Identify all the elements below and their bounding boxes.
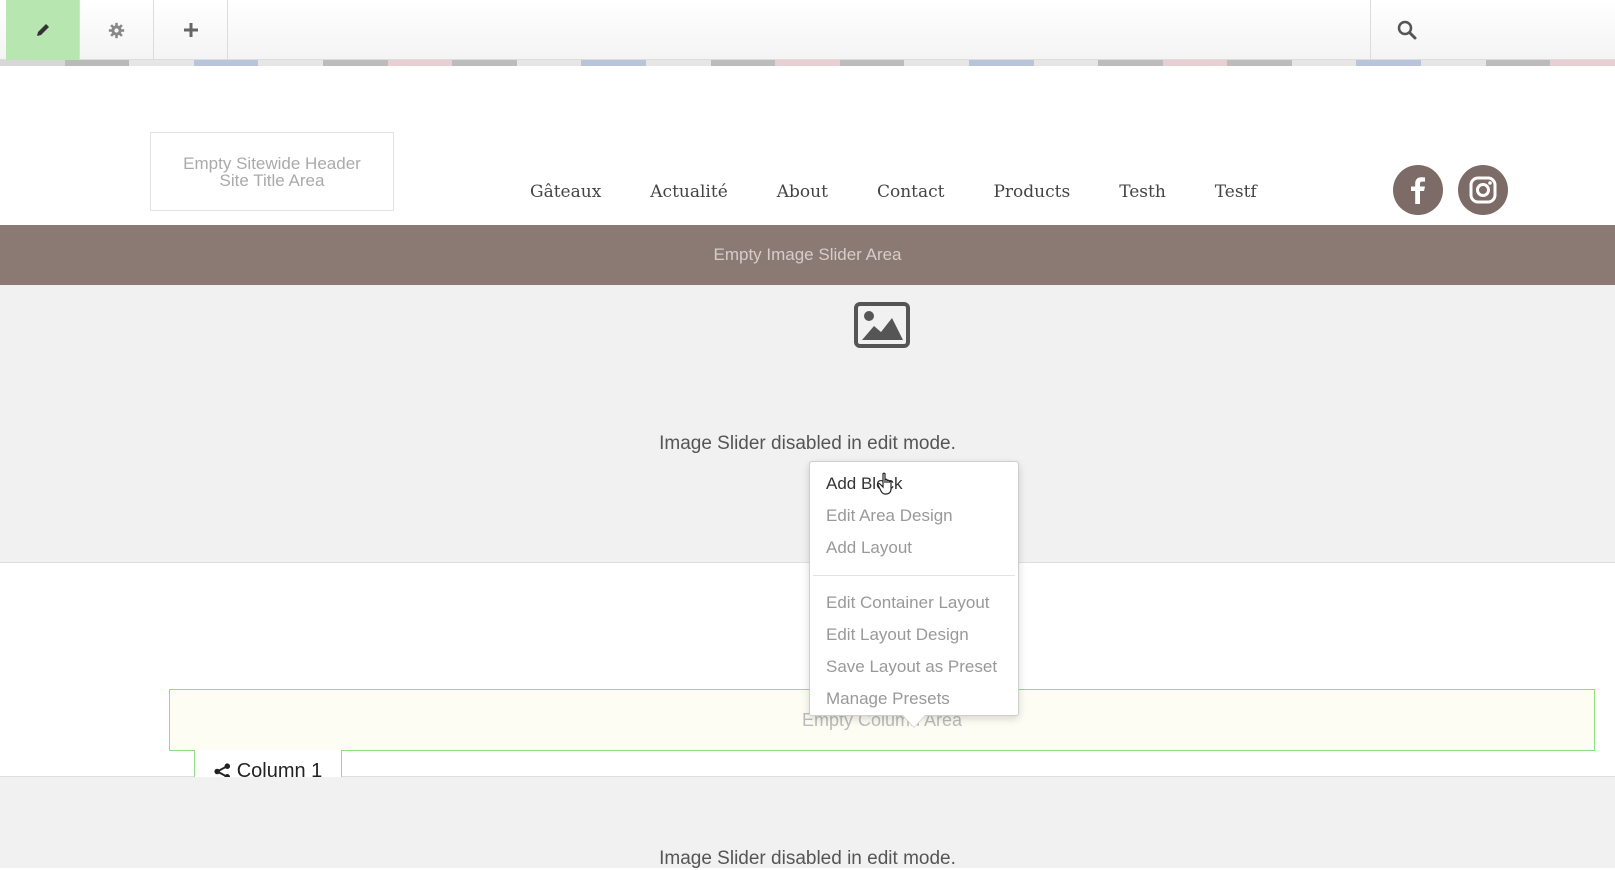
stripe-segment	[710, 60, 776, 66]
main-nav: Gâteaux Actualité About Contact Products…	[530, 182, 1306, 202]
nav-item-actualite[interactable]: Actualité	[650, 182, 727, 202]
stripe-segment	[904, 60, 969, 66]
menu-edit-container-layout[interactable]: Edit Container Layout	[810, 587, 1018, 619]
menu-manage-presets[interactable]: Manage Presets	[810, 683, 1018, 715]
stripe-segment	[1098, 60, 1163, 66]
site-title-line2: Site Title Area	[219, 171, 325, 190]
hand-cursor-icon	[877, 472, 892, 495]
plus-icon	[183, 23, 198, 37]
stripe-segment	[64, 60, 130, 66]
nav-item-gateaux[interactable]: Gâteaux	[530, 182, 601, 202]
nav-item-about[interactable]: About	[777, 182, 828, 202]
instagram-link[interactable]	[1458, 165, 1508, 215]
menu-add-layout[interactable]: Add Layout	[810, 532, 1018, 564]
slider-disabled-text-2: Image Slider disabled in edit mode.	[659, 848, 956, 869]
stripe-segment	[258, 60, 323, 66]
pencil-icon	[36, 24, 49, 36]
facebook-link[interactable]	[1393, 165, 1443, 215]
stripe-segment	[1421, 60, 1486, 66]
stripe-segment	[645, 60, 711, 66]
stripe-segment	[322, 60, 388, 66]
menu-save-layout-preset[interactable]: Save Layout as Preset	[810, 651, 1018, 683]
menu-edit-layout-design[interactable]: Edit Layout Design	[810, 619, 1018, 651]
stripe-segment	[1485, 60, 1551, 66]
stripe-segment	[968, 60, 1034, 66]
stripe-segment	[516, 60, 582, 66]
instagram-icon	[1469, 176, 1497, 204]
stripe-segment	[1033, 60, 1099, 66]
facebook-icon	[1411, 177, 1425, 204]
stripe-segment	[1356, 60, 1422, 66]
image-slider-area[interactable]: Empty Image Slider Area	[0, 225, 1615, 285]
stripe-segment	[1550, 60, 1615, 66]
stripe-segment	[387, 60, 453, 66]
stripe-segment	[1162, 60, 1228, 66]
toolbar-stripe	[0, 60, 1615, 66]
stripe-segment	[1227, 60, 1292, 66]
search-button[interactable]	[1370, 0, 1615, 60]
area-context-menu: Add Block Edit Area Design Add Layout Ed…	[809, 461, 1019, 716]
stripe-segment	[775, 60, 840, 66]
site-title-line1: Empty Sitewide Header	[183, 154, 361, 173]
stripe-segment	[839, 60, 905, 66]
menu-divider	[813, 575, 1015, 576]
stripe-segment	[193, 60, 259, 66]
menu-arrow	[903, 715, 925, 727]
site-title-area[interactable]: Empty Sitewide Header Site Title Area	[150, 132, 394, 211]
edit-mode-button[interactable]	[6, 0, 80, 60]
stripe-segment	[129, 60, 194, 66]
slider-disabled-text: Image Slider disabled in edit mode.	[659, 433, 956, 454]
nav-item-contact[interactable]: Contact	[877, 182, 945, 202]
add-content-button[interactable]	[154, 0, 228, 60]
nav-item-testf[interactable]: Testf	[1215, 182, 1257, 202]
stripe-segment	[0, 60, 65, 66]
edit-toolbar	[0, 0, 1615, 60]
menu-add-block[interactable]: Add Block	[810, 468, 1018, 500]
stripe-segment	[452, 60, 517, 66]
menu-edit-area-design[interactable]: Edit Area Design	[810, 500, 1018, 532]
image-icon	[854, 302, 910, 348]
slider-placeholder	[0, 285, 1615, 563]
search-icon	[1397, 20, 1417, 40]
nav-item-testh[interactable]: Testh	[1119, 182, 1166, 202]
nav-item-products[interactable]: Products	[993, 182, 1070, 202]
stripe-segment	[581, 60, 646, 66]
gear-icon	[108, 22, 125, 38]
settings-button[interactable]	[80, 0, 154, 60]
stripe-segment	[1291, 60, 1357, 66]
